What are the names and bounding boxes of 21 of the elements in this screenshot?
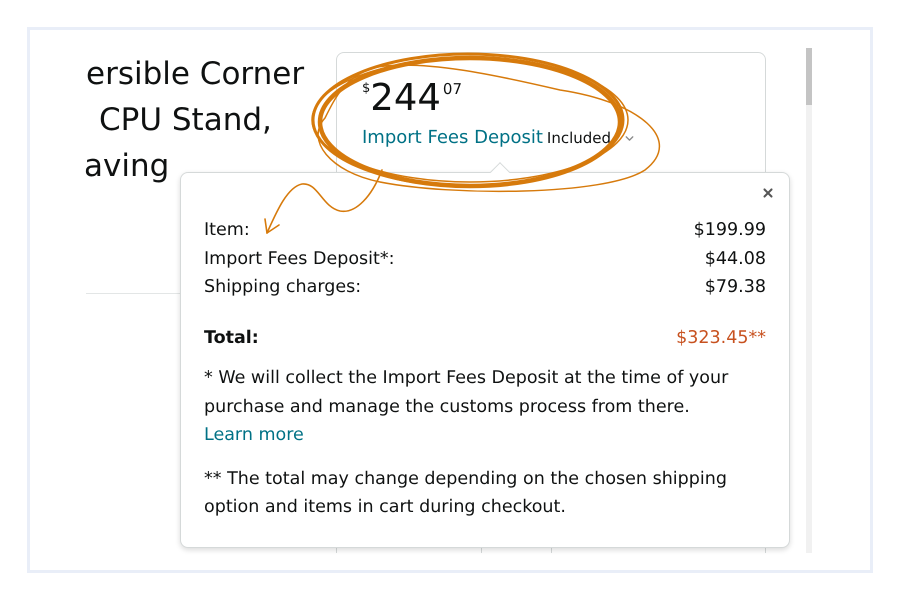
included-label: Included <box>546 128 612 149</box>
close-icon <box>761 186 775 200</box>
price-whole: 244 <box>370 79 441 116</box>
footnote-text: ** The total may change depending on the chosen shipping option and items in cart during checkout. <box>204 468 728 519</box>
line-item-label: Import Fees Deposit*: <box>204 248 395 270</box>
import-fees-link[interactable]: Import Fees Deposit <box>362 127 543 149</box>
line-item-label: Shipping charges: <box>204 276 362 299</box>
total-amount: $323.45** <box>676 326 766 350</box>
scrollbar-thumb[interactable] <box>806 48 812 105</box>
product-title-line: aving <box>84 147 170 186</box>
line-item-label: Item: <box>204 219 250 242</box>
line-item-amount: $44.08 <box>704 248 766 270</box>
learn-more-link[interactable]: Learn more <box>204 425 304 445</box>
product-title-line: ersible Corner <box>86 55 304 94</box>
price-fraction: 07 <box>442 82 462 97</box>
total-label: Total: <box>204 326 259 350</box>
footnote-text: * We will collect the Import Fees Deposit at the time of your purchase and manage the customs process from there. Learn more <box>204 367 730 447</box>
currency-symbol: $ <box>362 82 370 95</box>
line-item-amount: $79.38 <box>704 276 766 299</box>
product-title-line: CPU Stand, <box>99 101 272 140</box>
line-item-amount: $199.99 <box>694 219 766 242</box>
